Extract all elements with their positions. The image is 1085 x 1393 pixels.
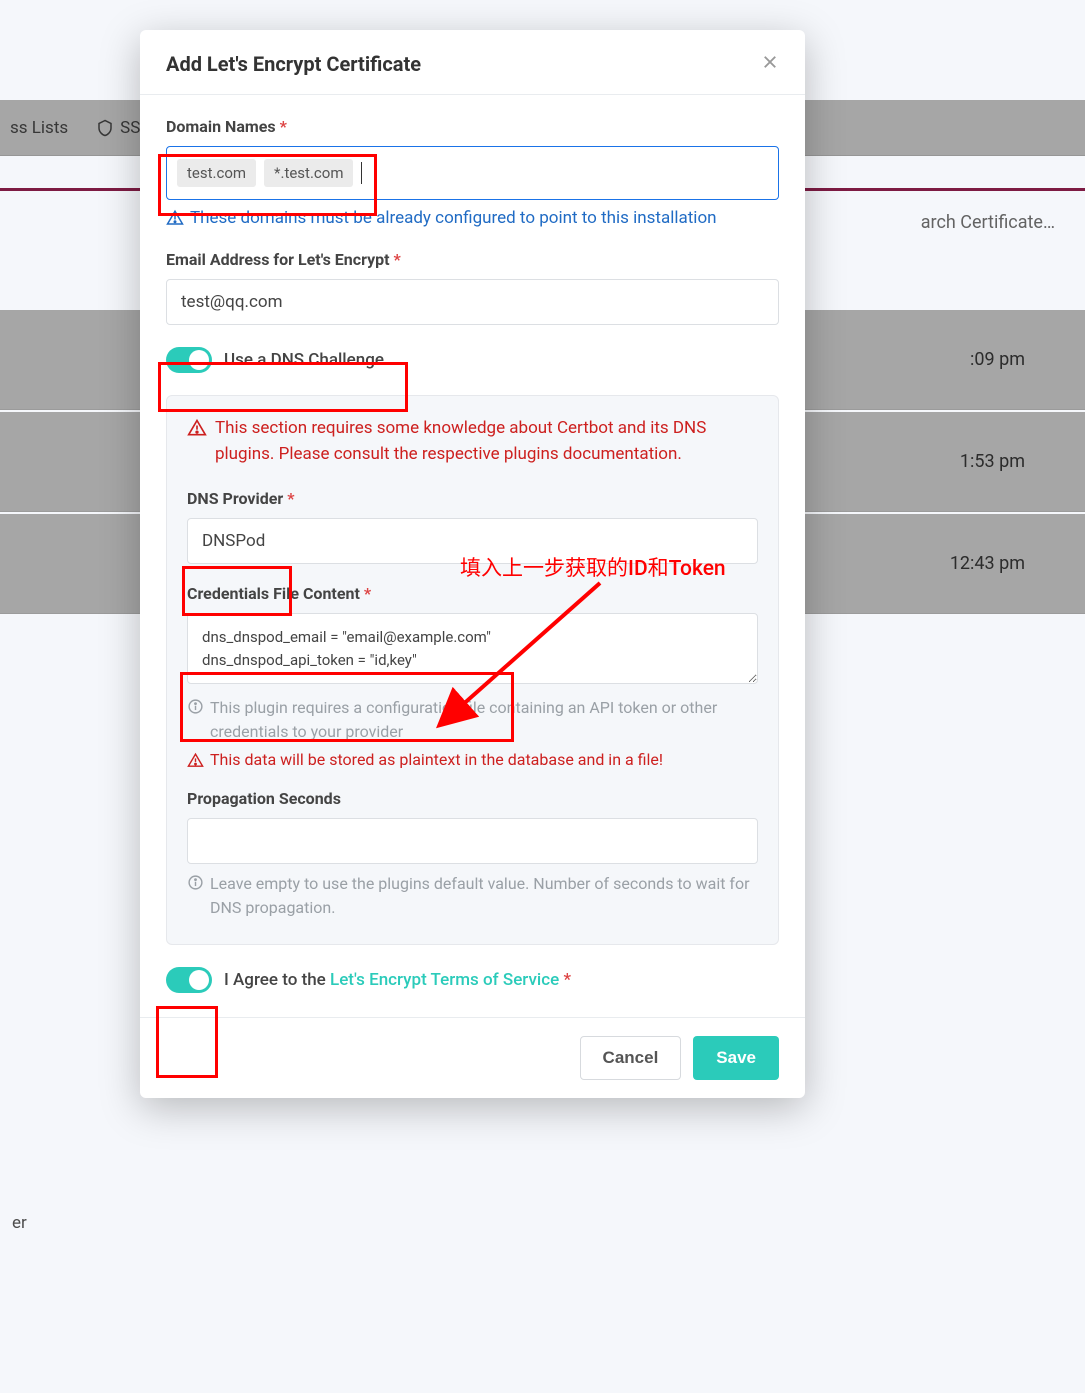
email-label-text: Email Address for Let's Encrypt <box>166 250 390 269</box>
domain-tag[interactable]: *.test.com <box>264 159 353 187</box>
credentials-warning: This data will be stored as plaintext in… <box>187 750 758 769</box>
credentials-textarea[interactable] <box>187 613 758 684</box>
credentials-warning-text: This data will be stored as plaintext in… <box>210 750 663 769</box>
email-group: Email Address for Let's Encrypt * <box>166 250 779 325</box>
agree-toggle[interactable] <box>166 967 212 993</box>
agree-text: I Agree to the Let's Encrypt Terms of Se… <box>224 970 571 990</box>
dns-section-warning-text: This section requires some knowledge abo… <box>215 416 758 467</box>
domain-hint-text: These domains must be already configured… <box>190 208 717 228</box>
credentials-info: This plugin requires a configuration fil… <box>187 696 758 744</box>
bg-row-time: 1:53 pm <box>960 451 1025 472</box>
domain-tag[interactable]: test.com <box>177 159 256 187</box>
propagation-info: Leave empty to use the plugins default v… <box>187 872 758 920</box>
tos-link[interactable]: Let's Encrypt Terms of Service <box>330 970 559 990</box>
required-mark: * <box>394 250 401 269</box>
dns-challenge-toggle[interactable] <box>166 347 212 373</box>
warning-icon <box>166 209 184 227</box>
domain-names-input[interactable]: test.com *.test.com <box>166 146 779 200</box>
dns-challenge-label: Use a DNS Challenge <box>224 350 384 370</box>
credentials-label: Credentials File Content * <box>187 584 758 603</box>
warning-icon <box>187 418 207 438</box>
close-button[interactable] <box>761 52 779 76</box>
dns-challenge-section: This section requires some knowledge abo… <box>166 395 779 945</box>
close-icon <box>761 53 779 71</box>
bg-row-time: :09 pm <box>970 349 1025 370</box>
required-mark: * <box>563 970 571 990</box>
propagation-input[interactable] <box>187 818 758 864</box>
email-input[interactable] <box>166 279 779 325</box>
propagation-group: Propagation Seconds Leave empty to use t… <box>187 789 758 920</box>
domain-hint: These domains must be already configured… <box>166 208 779 228</box>
credentials-group: Credentials File Content * This plugin r… <box>187 584 758 769</box>
dns-provider-label: DNS Provider * <box>187 489 758 508</box>
cancel-button[interactable]: Cancel <box>580 1036 682 1080</box>
propagation-label-text: Propagation Seconds <box>187 789 341 808</box>
shield-icon <box>96 119 114 137</box>
credentials-info-text: This plugin requires a configuration fil… <box>210 696 758 744</box>
email-label: Email Address for Let's Encrypt * <box>166 250 779 269</box>
dns-challenge-toggle-group: Use a DNS Challenge <box>166 347 779 373</box>
save-button[interactable]: Save <box>693 1036 779 1080</box>
info-icon <box>187 698 204 715</box>
toggle-knob <box>189 970 209 990</box>
propagation-info-text: Leave empty to use the plugins default v… <box>210 872 758 920</box>
warning-icon <box>187 752 204 769</box>
required-mark: * <box>364 584 371 603</box>
agree-toggle-row: I Agree to the Let's Encrypt Terms of Se… <box>166 967 779 993</box>
domain-names-group: Domain Names * test.com *.test.com These… <box>166 117 779 228</box>
bg-search-placeholder: arch Certificate… <box>921 212 1055 233</box>
dns-section-warning: This section requires some knowledge abo… <box>187 416 758 467</box>
modal-footer: Cancel Save <box>140 1017 805 1098</box>
dns-challenge-toggle-row: Use a DNS Challenge <box>166 347 779 373</box>
domain-names-label: Domain Names * <box>166 117 779 136</box>
toggle-knob <box>189 350 209 370</box>
agree-group: I Agree to the Let's Encrypt Terms of Se… <box>166 967 779 993</box>
credentials-label-text: Credentials File Content <box>187 584 360 603</box>
bg-footer: er <box>12 1213 27 1233</box>
modal-header: Add Let's Encrypt Certificate <box>140 30 805 95</box>
bg-tab-lists: ss Lists <box>10 118 68 138</box>
modal-title: Add Let's Encrypt Certificate <box>166 52 421 76</box>
required-mark: * <box>287 489 294 508</box>
bg-tab-ssl: SSl <box>96 118 144 138</box>
annotation-text: 填入上一步获取的ID和Token <box>460 552 726 582</box>
bg-row-time: 12:43 pm <box>950 553 1025 574</box>
domain-names-label-text: Domain Names <box>166 117 276 136</box>
text-cursor <box>361 162 362 184</box>
required-mark: * <box>280 117 287 136</box>
agree-prefix: I Agree to the <box>224 970 330 990</box>
info-icon <box>187 874 204 891</box>
propagation-label: Propagation Seconds <box>187 789 758 808</box>
dns-provider-label-text: DNS Provider <box>187 489 283 508</box>
